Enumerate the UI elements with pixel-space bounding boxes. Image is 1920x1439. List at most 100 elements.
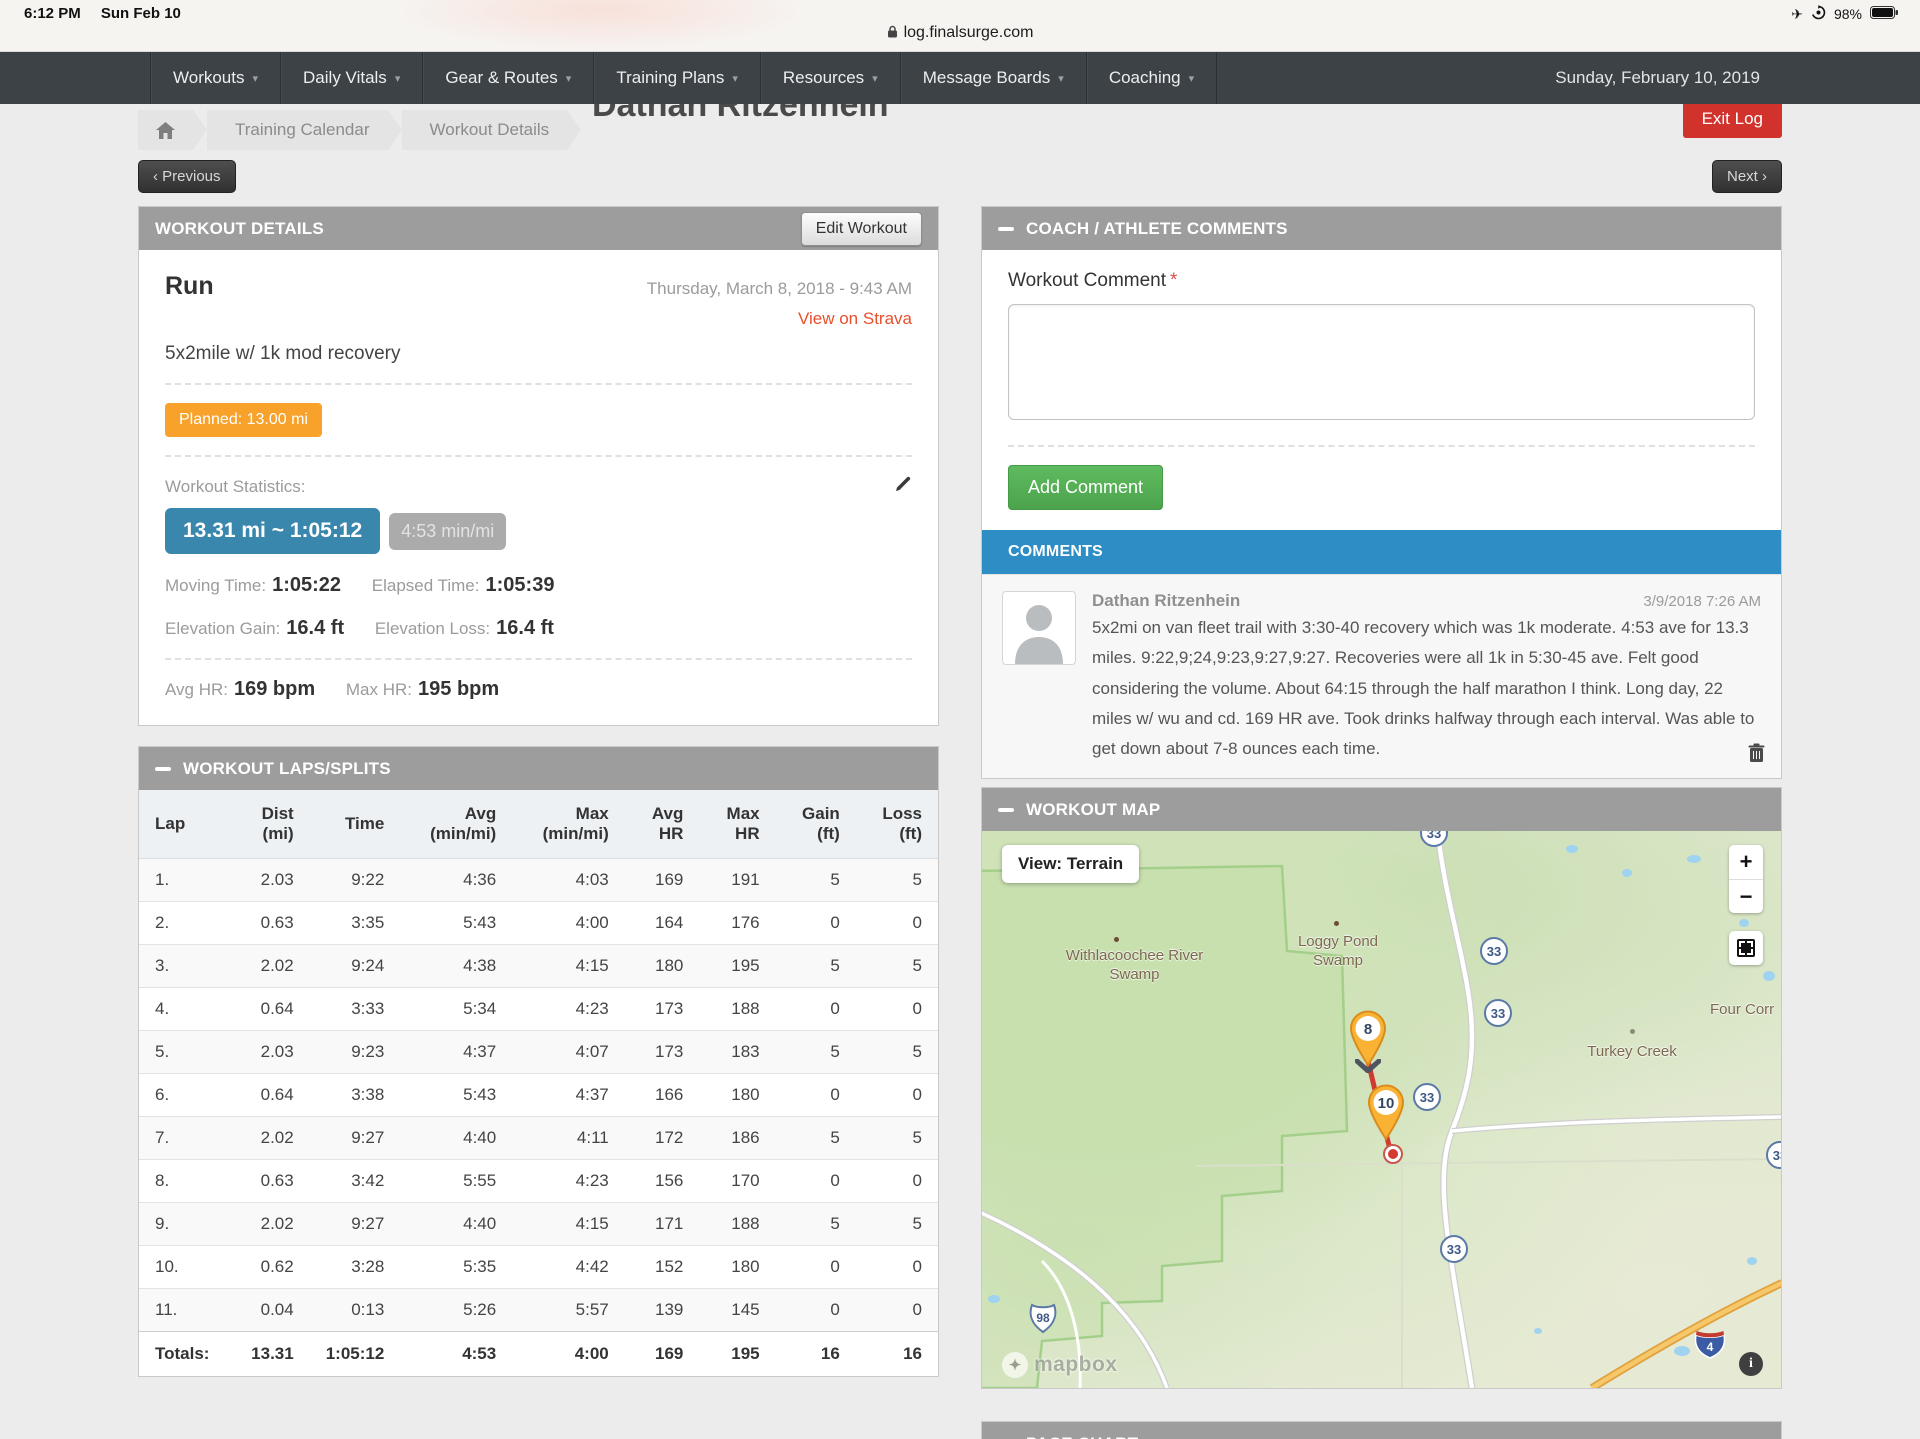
lap-cell: 183 <box>699 1031 775 1074</box>
lap-cell: 4:23 <box>512 988 625 1031</box>
chevron-down-icon: ▾ <box>253 72 259 85</box>
edit-pencil-icon[interactable] <box>894 475 912 498</box>
stats-label: Workout Statistics: <box>165 477 305 497</box>
breadcrumb-home[interactable] <box>138 110 193 150</box>
distance-time-badge: 13.31 mi ~ 1:05:12 <box>165 508 380 554</box>
lap-cell: 0:13 <box>310 1289 401 1332</box>
nav-item-message-boards[interactable]: Message Boards▾ <box>901 52 1087 104</box>
elapsed-time-value: 1:05:39 <box>486 574 555 596</box>
elevation-gain-label: Elevation Gain: <box>165 619 280 638</box>
nav-item-workouts[interactable]: Workouts▾ <box>150 52 281 104</box>
laps-splits-header[interactable]: WORKOUT LAPS/SPLITS <box>139 747 938 790</box>
hr-stats-row: Avg HR:169 bpm Max HR:195 bpm <box>165 678 912 701</box>
laps-column-header: Dist (mi) <box>225 790 309 859</box>
lap-cell: 2. <box>139 902 225 945</box>
laps-splits-title: WORKOUT LAPS/SPLITS <box>183 759 391 779</box>
right-column: Next › COACH / ATHLETE COMMENTS Workout … <box>981 160 1782 1439</box>
mapbox-icon: ✦ <box>1002 1352 1028 1378</box>
lap-cell: 5 <box>776 945 856 988</box>
delete-comment-icon[interactable] <box>1748 743 1765 768</box>
previous-button[interactable]: ‹ Previous <box>138 160 236 193</box>
totals-cell: 16 <box>776 1332 856 1377</box>
lap-cell: 8. <box>139 1160 225 1203</box>
lap-cell: 5 <box>856 1031 938 1074</box>
chevron-down-icon: ▾ <box>1189 72 1195 85</box>
lap-cell: 176 <box>699 902 775 945</box>
comments-list-header: COMMENTS <box>982 530 1781 574</box>
moving-time-value: 1:05:22 <box>272 574 341 596</box>
table-row: 6.0.643:385:434:3716618000 <box>139 1074 938 1117</box>
lap-cell: 11. <box>139 1289 225 1332</box>
breadcrumb-training-calendar[interactable]: Training Calendar <box>207 110 388 150</box>
pace-chart-header[interactable]: PACE CHART <box>982 1422 1781 1439</box>
zoom-in-button[interactable]: + <box>1729 845 1763 879</box>
laps-column-header: Max HR <box>699 790 775 859</box>
comment-content: Dathan Ritzenhein 3/9/2018 7:26 AM 5x2mi… <box>1092 591 1761 764</box>
lap-cell: 5 <box>856 1203 938 1246</box>
activity-type: Run <box>165 272 214 301</box>
lap-cell: 2.03 <box>225 1031 309 1074</box>
browser-url-bar[interactable]: log.finalsurge.com <box>0 24 1920 42</box>
table-row: 9.2.029:274:404:1517118855 <box>139 1203 938 1246</box>
nav-item-coaching[interactable]: Coaching▾ <box>1087 52 1217 104</box>
chevron-down-icon: ▾ <box>872 72 878 85</box>
lap-cell: 3. <box>139 945 225 988</box>
workout-comment-label: Workout Comment* <box>1008 270 1755 292</box>
map-view-terrain-button[interactable]: View: Terrain <box>1002 845 1139 883</box>
laps-column-header: Avg (min/mi) <box>400 790 512 859</box>
table-row: 8.0.633:425:554:2315617000 <box>139 1160 938 1203</box>
nav-item-daily-vitals[interactable]: Daily Vitals▾ <box>281 52 423 104</box>
lap-cell: 4:38 <box>400 945 512 988</box>
map-marker-10: 10 <box>1364 1083 1408 1146</box>
avatar <box>1002 591 1076 665</box>
nav-item-label: Resources <box>783 68 864 88</box>
fullscreen-button[interactable] <box>1729 931 1763 965</box>
exit-log-button[interactable]: Exit Log <box>1683 100 1782 138</box>
elapsed-time-label: Elapsed Time: <box>372 576 480 595</box>
comments-panel-header[interactable]: COACH / ATHLETE COMMENTS <box>982 207 1781 250</box>
view-on-strava-link[interactable]: View on Strava <box>798 309 912 328</box>
nav-item-resources[interactable]: Resources ▾ <box>761 52 901 104</box>
main-nav: Workouts▾Daily Vitals▾Gear & Routes▾Trai… <box>0 52 1920 104</box>
lap-cell: 5:57 <box>512 1289 625 1332</box>
battery-icon <box>1870 6 1898 22</box>
workout-map-header[interactable]: WORKOUT MAP <box>982 788 1781 831</box>
zoom-out-button[interactable]: − <box>1729 879 1763 913</box>
nav-item-training-plans[interactable]: Training Plans▾ <box>594 52 761 104</box>
nav-item-label: Training Plans <box>616 68 724 88</box>
svg-text:4: 4 <box>1707 1340 1714 1354</box>
comments-panel-title: COACH / ATHLETE COMMENTS <box>1026 219 1288 239</box>
totals-cell: 195 <box>699 1332 775 1377</box>
lap-cell: 0 <box>856 1289 938 1332</box>
lap-cell: 9:24 <box>310 945 401 988</box>
divider <box>165 658 912 660</box>
edit-workout-button[interactable]: Edit Workout <box>801 212 922 246</box>
nav-item-label: Gear & Routes <box>445 68 557 88</box>
map-canvas[interactable]: Withlacoochee River Swamp Loggy Pond Swa… <box>982 831 1781 1388</box>
workout-details-panel: WORKOUT DETAILS Edit Workout Run Thursda… <box>138 206 939 726</box>
totals-cell: Totals: <box>139 1332 225 1377</box>
lap-cell: 191 <box>699 859 775 902</box>
max-hr-value: 195 bpm <box>418 678 499 700</box>
svg-text:98: 98 <box>1036 1311 1050 1325</box>
totals-cell: 13.31 <box>225 1332 309 1377</box>
lap-cell: 4:36 <box>400 859 512 902</box>
mapbox-wordmark: mapbox <box>1034 1353 1118 1377</box>
lap-cell: 5:55 <box>400 1160 512 1203</box>
avg-hr-label: Avg HR: <box>165 680 228 699</box>
breadcrumb-workout-details[interactable]: Workout Details <box>402 110 568 150</box>
svg-text:8: 8 <box>1364 1021 1372 1038</box>
pace-badge: 4:53 min/mi <box>389 513 506 550</box>
comment-author: Dathan Ritzenhein <box>1092 591 1240 611</box>
next-button[interactable]: Next › <box>1712 160 1782 193</box>
add-comment-button[interactable]: Add Comment <box>1008 465 1163 510</box>
totals-cell: 4:00 <box>512 1332 625 1377</box>
status-right: ✈ 98% <box>1791 5 1898 23</box>
comment-textarea[interactable] <box>1008 304 1755 420</box>
nav-item-gear-routes[interactable]: Gear & Routes▾ <box>423 52 594 104</box>
url-text: log.finalsurge.com <box>904 24 1034 41</box>
status-date: Sun Feb 10 <box>101 5 181 22</box>
lap-cell: 173 <box>625 988 700 1031</box>
lap-cell: 2.02 <box>225 1117 309 1160</box>
lap-cell: 152 <box>625 1246 700 1289</box>
